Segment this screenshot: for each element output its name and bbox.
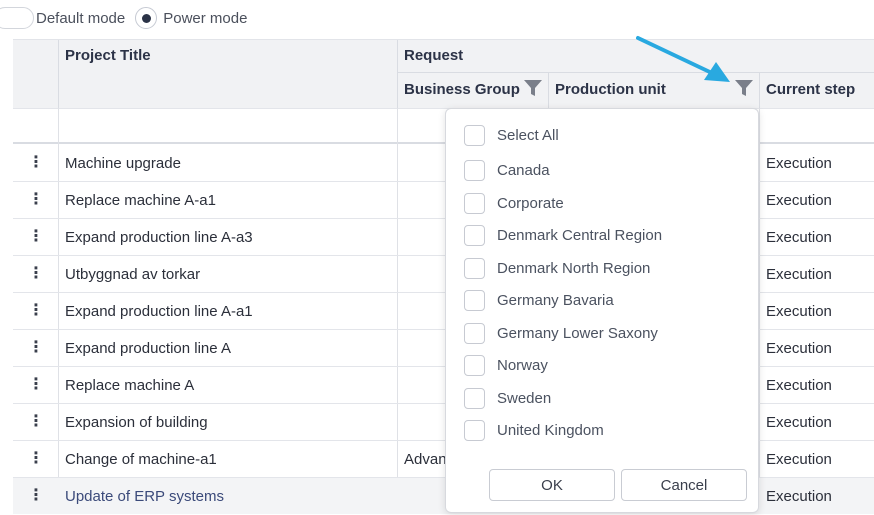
row-menu-icon[interactable]: ⋮ — [13, 441, 59, 474]
project-title-cell[interactable]: Replace machine A — [65, 367, 194, 404]
default-mode-label: Default mode — [36, 9, 126, 27]
row-menu-icon[interactable]: ⋮ — [13, 478, 59, 511]
filter-option-checkbox[interactable] — [464, 420, 485, 441]
power-mode-option[interactable]: Power mode — [135, 7, 247, 29]
business-group-filter-icon[interactable] — [523, 78, 543, 98]
project-title-cell[interactable]: Replace machine A-a1 — [65, 182, 216, 219]
filter-option[interactable]: Germany Lower Saxony — [464, 323, 658, 344]
current-step-cell: Execution — [766, 377, 832, 394]
filter-option[interactable]: United Kingdom — [464, 420, 604, 441]
filter-option-label: Norway — [497, 357, 548, 374]
radio-selected-dot — [141, 13, 151, 23]
header-divider — [548, 72, 549, 108]
project-title-cell[interactable]: Expand production line A-a1 — [65, 293, 253, 330]
header-divider — [58, 40, 59, 108]
project-title-cell[interactable]: Change of machine-a1 — [65, 441, 217, 478]
current-step-cell: Execution — [766, 155, 832, 172]
current-step-cell: Execution — [766, 451, 832, 468]
current-step-cell: Execution — [766, 414, 832, 431]
filter-option[interactable]: Denmark North Region — [464, 258, 650, 279]
current-step-cell: Execution — [766, 229, 832, 246]
filter-option[interactable]: Germany Bavaria — [464, 290, 614, 311]
filter-option[interactable]: Norway — [464, 355, 548, 376]
project-title-cell[interactable]: Machine upgrade — [65, 145, 181, 182]
project-title-cell[interactable]: Update of ERP systems — [65, 478, 224, 515]
filter-option-label: Sweden — [497, 390, 552, 407]
project-title-header[interactable]: Project Title — [65, 45, 151, 65]
header-divider — [397, 40, 398, 108]
select-all-option[interactable]: Select All — [464, 125, 559, 146]
power-mode-radio[interactable] — [135, 7, 158, 29]
row-menu-icon[interactable]: ⋮ — [13, 256, 59, 289]
default-mode-option[interactable]: Default mode — [0, 7, 125, 29]
mode-selector: Default mode Power mode — [0, 0, 874, 36]
filter-option-label: Canada — [497, 162, 550, 179]
filter-option-label: Germany Lower Saxony — [497, 325, 658, 342]
header-divider — [759, 72, 760, 108]
filter-option[interactable]: Canada — [464, 160, 550, 181]
filter-option-label: Denmark Central Region — [497, 227, 663, 244]
current-step-cell: Execution — [766, 340, 832, 357]
business-group-header[interactable]: Business Group — [404, 79, 520, 99]
request-group-header: Request — [404, 46, 464, 64]
current-step-cell: Execution — [766, 303, 832, 320]
row-menu-icon[interactable]: ⋮ — [13, 182, 59, 215]
filter-option-checkbox[interactable] — [464, 388, 485, 409]
row-menu-icon[interactable]: ⋮ — [13, 404, 59, 437]
project-title-cell[interactable]: Expansion of building — [65, 404, 208, 441]
default-mode-radio[interactable] — [0, 7, 34, 29]
row-menu-icon[interactable]: ⋮ — [13, 367, 59, 400]
filter-option-label: United Kingdom — [497, 422, 604, 439]
power-mode-label: Power mode — [163, 9, 248, 27]
project-title-cell[interactable]: Utbyggnad av torkar — [65, 256, 200, 293]
row-menu-icon[interactable]: ⋮ — [13, 330, 59, 363]
current-step-header[interactable]: Current step — [766, 79, 855, 99]
production-unit-filter-popup: Select All Canada Corporate Denmark Centra… — [445, 108, 759, 513]
current-step-cell: Execution — [766, 488, 832, 505]
pointer-arrow-icon — [636, 36, 730, 82]
filter-option-label: Denmark North Region — [497, 260, 651, 277]
filter-option-checkbox[interactable] — [464, 193, 485, 214]
filter-option[interactable]: Corporate — [464, 193, 564, 214]
row-menu-icon[interactable]: ⋮ — [13, 145, 59, 178]
current-step-cell: Execution — [766, 266, 832, 283]
select-all-label: Select All — [497, 127, 559, 144]
row-menu-icon[interactable]: ⋮ — [13, 293, 59, 326]
row-menu-icon[interactable]: ⋮ — [13, 219, 59, 252]
current-step-cell: Execution — [766, 192, 832, 209]
filter-option-label: Germany Bavaria — [497, 292, 614, 309]
business-group-cell: Advan — [404, 451, 447, 468]
filter-option[interactable]: Sweden — [464, 388, 551, 409]
filter-option-checkbox[interactable] — [464, 355, 485, 376]
project-title-cell[interactable]: Expand production line A — [65, 330, 231, 367]
ok-button[interactable]: OK — [489, 469, 615, 501]
select-all-checkbox[interactable] — [464, 125, 485, 146]
filter-option-checkbox[interactable] — [464, 258, 485, 279]
filter-option-checkbox[interactable] — [464, 225, 485, 246]
filter-option-checkbox[interactable] — [464, 160, 485, 181]
filter-option[interactable]: Denmark Central Region — [464, 225, 662, 246]
filter-option-label: Corporate — [497, 195, 564, 212]
project-title-filter-input[interactable] — [59, 109, 397, 142]
filter-option-checkbox[interactable] — [464, 323, 485, 344]
filter-option-checkbox[interactable] — [464, 290, 485, 311]
cancel-button[interactable]: Cancel — [621, 469, 747, 501]
project-title-cell[interactable]: Expand production line A-a3 — [65, 219, 253, 256]
